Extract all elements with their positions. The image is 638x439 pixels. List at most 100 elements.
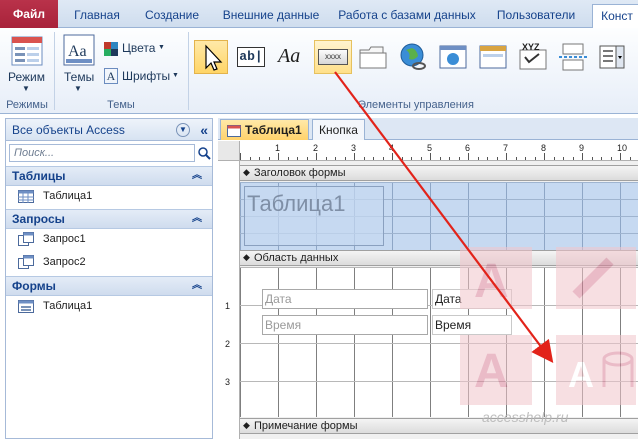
ruler-tick <box>401 157 403 160</box>
nav-item-form-table1[interactable]: Таблица1 <box>18 297 92 315</box>
doc-tab-table1[interactable]: Таблица1 <box>220 119 309 140</box>
ruler-number: 8 <box>541 143 547 153</box>
ruler-tick <box>563 157 564 160</box>
ruler-tick <box>249 157 251 160</box>
watermark-text: accesshelp.ru <box>482 409 569 425</box>
mode-button[interactable]: Режим ▼ <box>6 32 48 94</box>
nav-section-queries[interactable]: Запросы ︽ <box>6 209 212 229</box>
collapse-pane-icon[interactable]: « <box>200 119 208 141</box>
nav-section-forms[interactable]: Формы ︽ <box>6 276 212 296</box>
navigation-control-button[interactable] <box>476 40 510 74</box>
nav-pane-title: Все объекты Access <box>12 123 125 137</box>
chevron-down-icon: ▼ <box>172 72 179 79</box>
item-label: Таблица1 <box>43 190 93 202</box>
tab-home[interactable]: Главная <box>64 4 130 28</box>
collapse-chevron-icon[interactable]: ︽ <box>192 277 202 295</box>
themes-label: Темы <box>64 70 95 84</box>
ruler-number: 10 <box>617 143 628 153</box>
form-design-canvas[interactable]: 1 2 3 4 5 6 7 8 9 10 1 2 3 ◆ Заголовок формы Таблица… <box>218 141 638 439</box>
tab-database-tools[interactable]: Работа с базами данных <box>334 4 480 28</box>
group-themes-label: Темы <box>107 99 135 111</box>
ruler-corner[interactable] <box>218 141 240 161</box>
ruler-tick <box>458 157 460 160</box>
collapse-chevron-icon[interactable]: ︽ <box>192 210 202 228</box>
pointer-arrow-icon <box>205 44 223 71</box>
chevron-down-icon: ▼ <box>22 84 30 93</box>
form-title-label[interactable]: Таблица1 <box>244 186 384 246</box>
svg-text:A: A <box>474 255 509 308</box>
navigation-pane: Все объекты Access ▼ « Поиск... Таблицы ︽… <box>5 118 213 439</box>
ruler-tick <box>468 153 469 160</box>
fonts-button[interactable]: A Шрифты ▼ <box>104 68 182 86</box>
ruler-tick <box>382 157 384 160</box>
form-icon <box>18 299 34 313</box>
header-section[interactable]: Таблица1 <box>240 182 638 250</box>
hyperlink-control-button[interactable] <box>396 40 430 74</box>
ruler-tick <box>601 157 602 160</box>
textbox-control-button[interactable]: ab| <box>234 40 268 74</box>
web-browser-icon <box>439 45 467 69</box>
page-break-control-button[interactable] <box>556 40 590 74</box>
option-group-control-button[interactable]: XYZ <box>516 40 550 74</box>
tab-control-button[interactable] <box>356 40 390 74</box>
nav-item-query1[interactable]: Запрос1 <box>18 230 86 248</box>
ruler-tick <box>515 157 517 160</box>
nav-search-input[interactable]: Поиск... <box>9 144 195 162</box>
ruler-tick <box>316 153 317 160</box>
ruler-tick <box>344 157 346 160</box>
ruler-tick <box>477 157 479 160</box>
ruler-tick <box>582 153 583 160</box>
ruler-tick <box>297 157 298 160</box>
tab-users[interactable]: Пользователи <box>486 4 586 28</box>
doc-tab-label: Кнопка <box>319 123 358 137</box>
ruler-tick <box>525 157 526 160</box>
combobox-control-button[interactable] <box>596 40 630 74</box>
ruler-tick <box>373 157 374 160</box>
doc-tab-button[interactable]: Кнопка <box>312 119 365 140</box>
nav-item-query2[interactable]: Запрос2 <box>18 253 86 271</box>
band-arrow-icon: ◆ <box>243 167 250 177</box>
button-icon: xxxx <box>318 49 348 65</box>
colors-button[interactable]: Цвета ▼ <box>104 40 168 58</box>
chevron-down-icon: ▼ <box>74 84 82 93</box>
item-label: Запрос1 <box>43 233 86 245</box>
themes-button[interactable]: Aa Темы ▼ <box>58 32 100 94</box>
nav-section-tables[interactable]: Таблицы ︽ <box>6 166 212 186</box>
command-button-control[interactable]: xxxx <box>314 40 352 74</box>
dropdown-circle-icon[interactable]: ▼ <box>176 123 190 137</box>
nav-pane-header[interactable]: Все объекты Access ▼ « <box>6 119 212 141</box>
form-header-band[interactable]: ◆ Заголовок формы <box>240 165 638 181</box>
separator <box>54 32 55 110</box>
time-textbox[interactable]: Время <box>262 315 428 335</box>
collapse-chevron-icon[interactable]: ︽ <box>192 167 202 185</box>
search-icon[interactable] <box>197 146 211 160</box>
doc-tab-label: Таблица1 <box>245 123 302 137</box>
form-footer-band[interactable]: ◆ Примечание формы <box>240 418 638 434</box>
band-arrow-icon: ◆ <box>243 420 250 430</box>
svg-text:Aa: Aa <box>68 43 87 60</box>
tab-design[interactable]: Конст <box>592 4 638 28</box>
tab-external-data[interactable]: Внешние данные <box>214 4 328 28</box>
tab-file[interactable]: Файл <box>0 0 58 28</box>
table-icon <box>18 189 34 203</box>
ruler-number: 2 <box>313 143 319 153</box>
ruler-tick <box>268 157 270 160</box>
select-pointer-button[interactable] <box>194 40 228 74</box>
document-tabbar: Таблица1 Кнопка <box>218 118 638 140</box>
query-icon <box>18 232 34 247</box>
form-view-icon <box>11 36 43 66</box>
ruler-tick <box>629 157 631 160</box>
nav-item-table1[interactable]: Таблица1 <box>18 187 92 205</box>
band-arrow-icon: ◆ <box>243 252 250 262</box>
ruler-tick <box>259 157 260 160</box>
date-textbox[interactable]: Дата <box>262 289 428 309</box>
band-label: Заголовок формы <box>254 167 346 179</box>
web-browser-control-button[interactable] <box>436 40 470 74</box>
svg-text:A: A <box>568 354 594 395</box>
colors-icon <box>104 42 118 56</box>
label-control-button[interactable]: Aa <box>274 40 308 74</box>
chevron-down-icon: ▼ <box>158 44 165 51</box>
ruler-number: 1 <box>275 143 281 153</box>
tab-create[interactable]: Создание <box>136 4 208 28</box>
svg-text:A: A <box>474 345 509 398</box>
